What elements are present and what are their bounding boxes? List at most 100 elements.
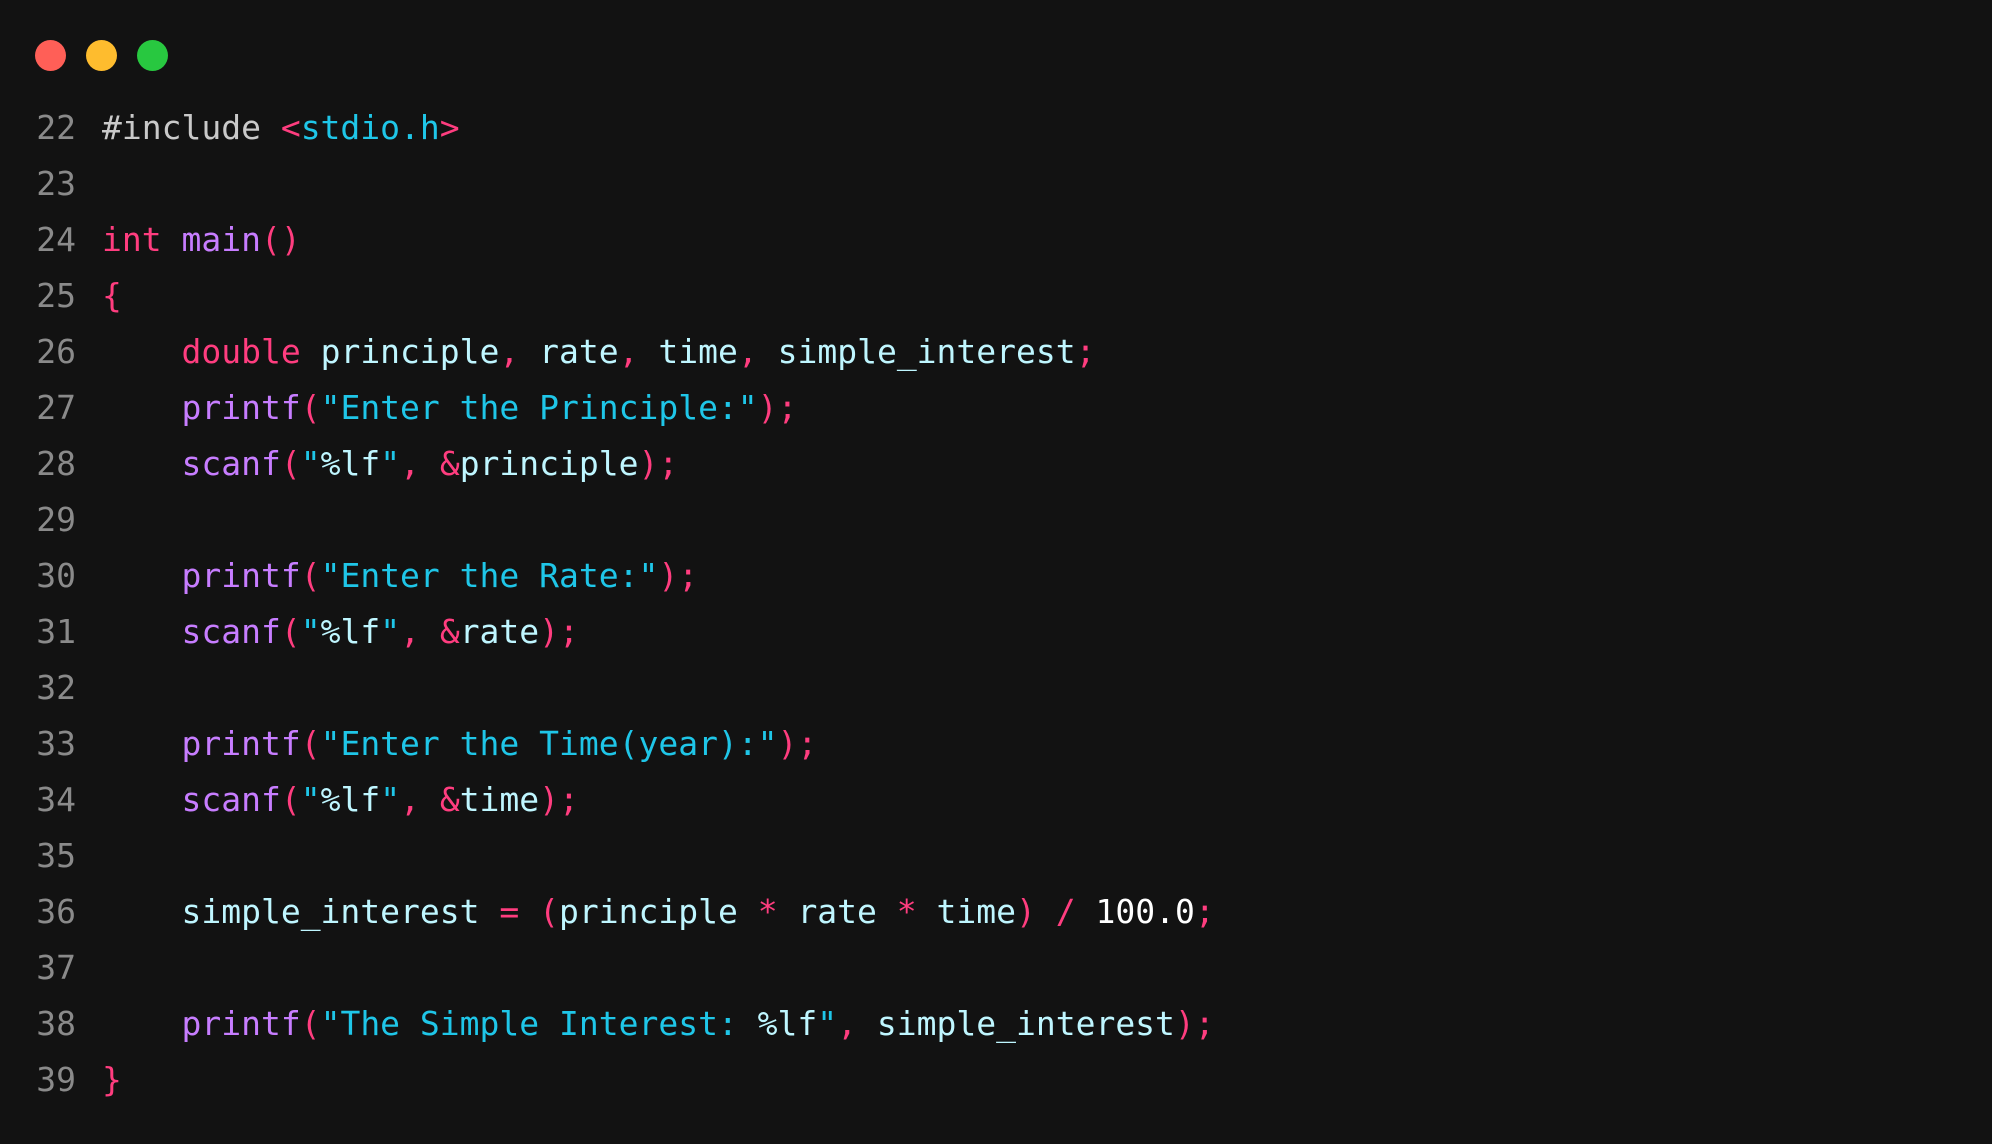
code-token: printf [181,556,301,595]
code-token: rate [459,612,540,651]
code-token: ); [757,388,798,427]
line-number: 38 [36,1004,76,1043]
line-number: 29 [36,500,76,539]
code-token: #include [102,108,281,147]
code-token: ( [300,388,321,427]
line-number: 37 [36,948,76,987]
code-token: printf [181,388,301,427]
minimize-dot-icon[interactable] [86,40,117,71]
code-line: 26 double principle, rate, time, simple_… [0,324,1992,380]
code-token: " [380,780,401,819]
code-line: 39} [0,1052,1992,1108]
code-token: principle [459,444,639,483]
code-token: printf [181,1004,301,1043]
line-source: scanf("%lf", &time); [76,772,578,828]
window-controls [35,40,168,72]
code-token: / [1055,892,1076,931]
code-token: = [499,892,520,931]
code-token: * [896,892,917,931]
code-token: principle [320,332,500,371]
code-token: int [102,220,162,259]
code-line: 33 printf("Enter the Time(year):"); [0,716,1992,772]
line-number: 22 [36,108,76,147]
code-token: , [618,332,639,371]
code-token: ); [638,444,679,483]
code-token: ( [280,444,301,483]
code-token: ); [539,612,579,651]
code-line: 31 scanf("%lf", &rate); [0,604,1992,660]
code-window: 22 #include <stdio.h> 23 24 int main() 25{26 … [0,0,1992,1144]
line-number: 26 [36,332,76,371]
code-token: } [102,1060,122,1099]
code-token: ( [539,892,559,931]
code-token: < [280,108,301,147]
code-token: "The Simple Interest: [320,1004,758,1043]
code-token: " [300,780,321,819]
line-source: scanf("%lf", &principle); [76,436,678,492]
line-number: 25 [36,276,76,315]
code-token: , [400,780,420,819]
code-token: ; [1194,892,1215,931]
line-source: printf("The Simple Interest: %lf", simpl… [76,996,1215,1052]
close-dot-icon[interactable] [35,40,66,71]
code-token: main [181,220,261,259]
line-number: 24 [36,220,76,259]
line-source: } [76,1052,122,1108]
code-line: 37 [0,940,1992,996]
code-token: " [380,612,401,651]
line-number: 36 [36,892,76,931]
code-editor[interactable]: 22 #include <stdio.h> 23 24 int main() 25{26 … [0,100,1992,1108]
code-token: time [936,892,1017,931]
code-token: ); [1174,1004,1215,1043]
code-token: * [757,892,778,931]
code-line: 27 printf("Enter the Principle:"); [0,380,1992,436]
line-number: 28 [36,444,76,483]
line-source [76,940,102,996]
code-line: 38 printf("The Simple Interest: %lf", si… [0,996,1992,1052]
code-token: 100.0 [1095,892,1195,931]
code-token: time [459,780,540,819]
code-token: ( [300,1004,321,1043]
line-number: 33 [36,724,76,763]
line-number: 35 [36,836,76,875]
code-token: double [181,332,301,371]
line-source: printf("Enter the Rate:"); [76,548,698,604]
line-source [76,492,102,548]
code-line: 25 { [0,268,1992,324]
code-token: "Enter the Time(year):" [320,724,778,763]
code-token: , [400,444,420,483]
line-source: int main() [76,212,301,268]
code-token: "Enter the Principle:" [320,388,758,427]
line-number: 27 [36,388,76,427]
code-token: ( [300,724,321,763]
code-token: %lf [320,444,381,483]
code-token: , [400,612,420,651]
code-token: simple_interest [777,332,1076,371]
code-token: > [439,108,460,147]
code-token: ; [1075,332,1096,371]
maximize-dot-icon[interactable] [137,40,168,71]
line-source: { [76,268,122,324]
code-line: 28 scanf("%lf", &principle); [0,436,1992,492]
code-token: ( [280,780,301,819]
line-source [76,828,102,884]
line-number: 30 [36,556,76,595]
